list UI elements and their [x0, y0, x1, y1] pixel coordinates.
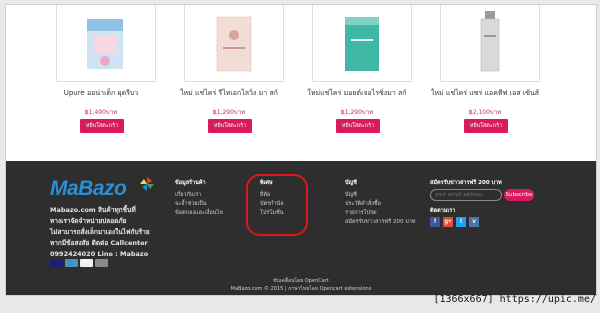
logo-pinwheel-icon [140, 177, 154, 191]
browser-frame: Upure ออน่าเด็ก ผุดรีบว ฿1,490บาท หยิบใส… [5, 4, 597, 296]
footer-link[interactable]: จะจ้ำช่วยเป็น [175, 200, 223, 209]
product-card[interactable]: Upure ออน่าเด็ก ผุดรีบว ฿1,490บาท หยิบใส… [38, 5, 164, 145]
vk-icon[interactable]: v [469, 217, 479, 227]
subscribe-button[interactable]: Subscribe [504, 189, 534, 201]
product-price: ฿1,290บาท [212, 109, 246, 116]
product-card[interactable]: ใหม่ แช่ไคร่ แซร่ แอคทีฟ เอส เซ้นส์ ฿2,1… [422, 5, 548, 145]
mastercard-icon [80, 259, 93, 267]
column-heading: ข้อมูลร้านค้า [175, 180, 206, 186]
footer-link[interactable]: เกี่ยวกับเรา [175, 191, 223, 200]
add-to-cart-button[interactable]: หยิบใส่ตะกร้า [80, 119, 124, 133]
footer-link[interactable]: บัญชี [345, 191, 415, 200]
about-line: หากมีข้อสงสัย ติดต่อ Callcenter [50, 239, 148, 247]
site-logo[interactable]: MaBazo [50, 177, 127, 201]
card-icon [95, 259, 108, 267]
copyright-line: MaBazo.com © 2015 | ภาษาไทยโดย Opencart … [230, 286, 372, 292]
about-text: Mabazo.com สินค้าทุกชิ้นที่ ทางเราจัดจำห… [50, 205, 170, 260]
payment-methods [50, 259, 108, 267]
product-name[interactable]: Upure ออน่าเด็ก ผุดรีบว [38, 89, 164, 98]
product-grid: Upure ออน่าเด็ก ผุดรีบว ฿1,490บาท หยิบใส… [6, 5, 596, 161]
product-card[interactable]: ใหม่ แช่ไคร่ รีไทเอกไลวิ่ง มา สก์ ฿1,290… [166, 5, 292, 145]
about-line: ไม่สามารถสั่งเล็กมาเองในไฟกับร้าย [50, 228, 150, 236]
product-name[interactable]: ใหม่ แช่ไคร่ แซร่ แอคทีฟ เอส เซ้นส์ [422, 89, 548, 98]
product-image[interactable] [184, 5, 284, 82]
social-links: f g+ t v [430, 217, 479, 227]
visa-icon [50, 259, 63, 267]
footer-link[interactable]: ข้อตกลงและเงื่อนไข [175, 209, 223, 218]
footer-link[interactable]: รายการโปรด [345, 209, 415, 218]
about-line: ทางเราจัดจำหน่ายปลอดภัย [50, 217, 127, 225]
footer-column-shop-info: ข้อมูลร้านค้า เกี่ยวกับเรา จะจ้ำช่วยเป็น… [175, 179, 223, 218]
email-input[interactable] [430, 189, 502, 201]
highlight-circle [246, 174, 308, 236]
add-to-cart-button[interactable]: หยิบใส่ตะกร้า [464, 119, 508, 133]
facebook-icon[interactable]: f [430, 217, 440, 227]
footer-column-account: บัญชี บัญชี ประวัติคำสั่งซื้อ รายการโปรด… [345, 179, 415, 227]
product-image[interactable] [56, 5, 156, 82]
product-name[interactable]: ใหม่ แช่ไคร่ รีไทเอกไลวิ่ง มา สก์ [166, 89, 292, 98]
amex-icon [65, 259, 78, 267]
footer-link[interactable]: สมัครรับข่าวสารฟรี 200 บาท [345, 218, 415, 227]
add-to-cart-button[interactable]: หยิบใส่ตะกร้า [336, 119, 380, 133]
about-line: Mabazo.com สินค้าทุกชิ้นที่ [50, 206, 136, 214]
site-footer: MaBazo Mabazo.com สินค้าทุกชิ้นที่ ทางเร… [6, 161, 596, 295]
column-heading: บัญชี [345, 180, 357, 186]
footer-link[interactable]: ประวัติคำสั่งซื้อ [345, 200, 415, 209]
product-image[interactable] [440, 5, 540, 82]
product-name[interactable]: ใหม่แช่ไคร่ มอยต์เจอไรซิ่งมา สก์ [294, 89, 420, 98]
add-to-cart-button[interactable]: หยิบใส่ตะกร้า [208, 119, 252, 133]
product-image[interactable] [312, 5, 412, 82]
product-price: ฿1,290บาท [340, 109, 374, 116]
follow-heading: ติดตามเรา [430, 208, 456, 214]
watermark: [1366x667] https://upic.me/ [433, 294, 596, 305]
powered-line: ขับเคลื่อนโดย OpenCart [273, 278, 329, 284]
product-price: ฿1,490บาท [84, 109, 118, 116]
google-plus-icon[interactable]: g+ [443, 217, 453, 227]
product-price: ฿2,100บาท [468, 109, 502, 116]
newsletter-heading: สมัครรับข่าวสารฟรี 200 บาท [430, 180, 502, 186]
powered-by: ขับเคลื่อนโดย OpenCart MaBazo.com © 2015… [6, 277, 596, 293]
newsletter: สมัครรับข่าวสารฟรี 200 บาท Subscribe ติด… [430, 179, 534, 227]
twitter-icon[interactable]: t [456, 217, 466, 227]
product-card[interactable]: ใหม่แช่ไคร่ มอยต์เจอไรซิ่งมา สก์ ฿1,290บ… [294, 5, 420, 145]
